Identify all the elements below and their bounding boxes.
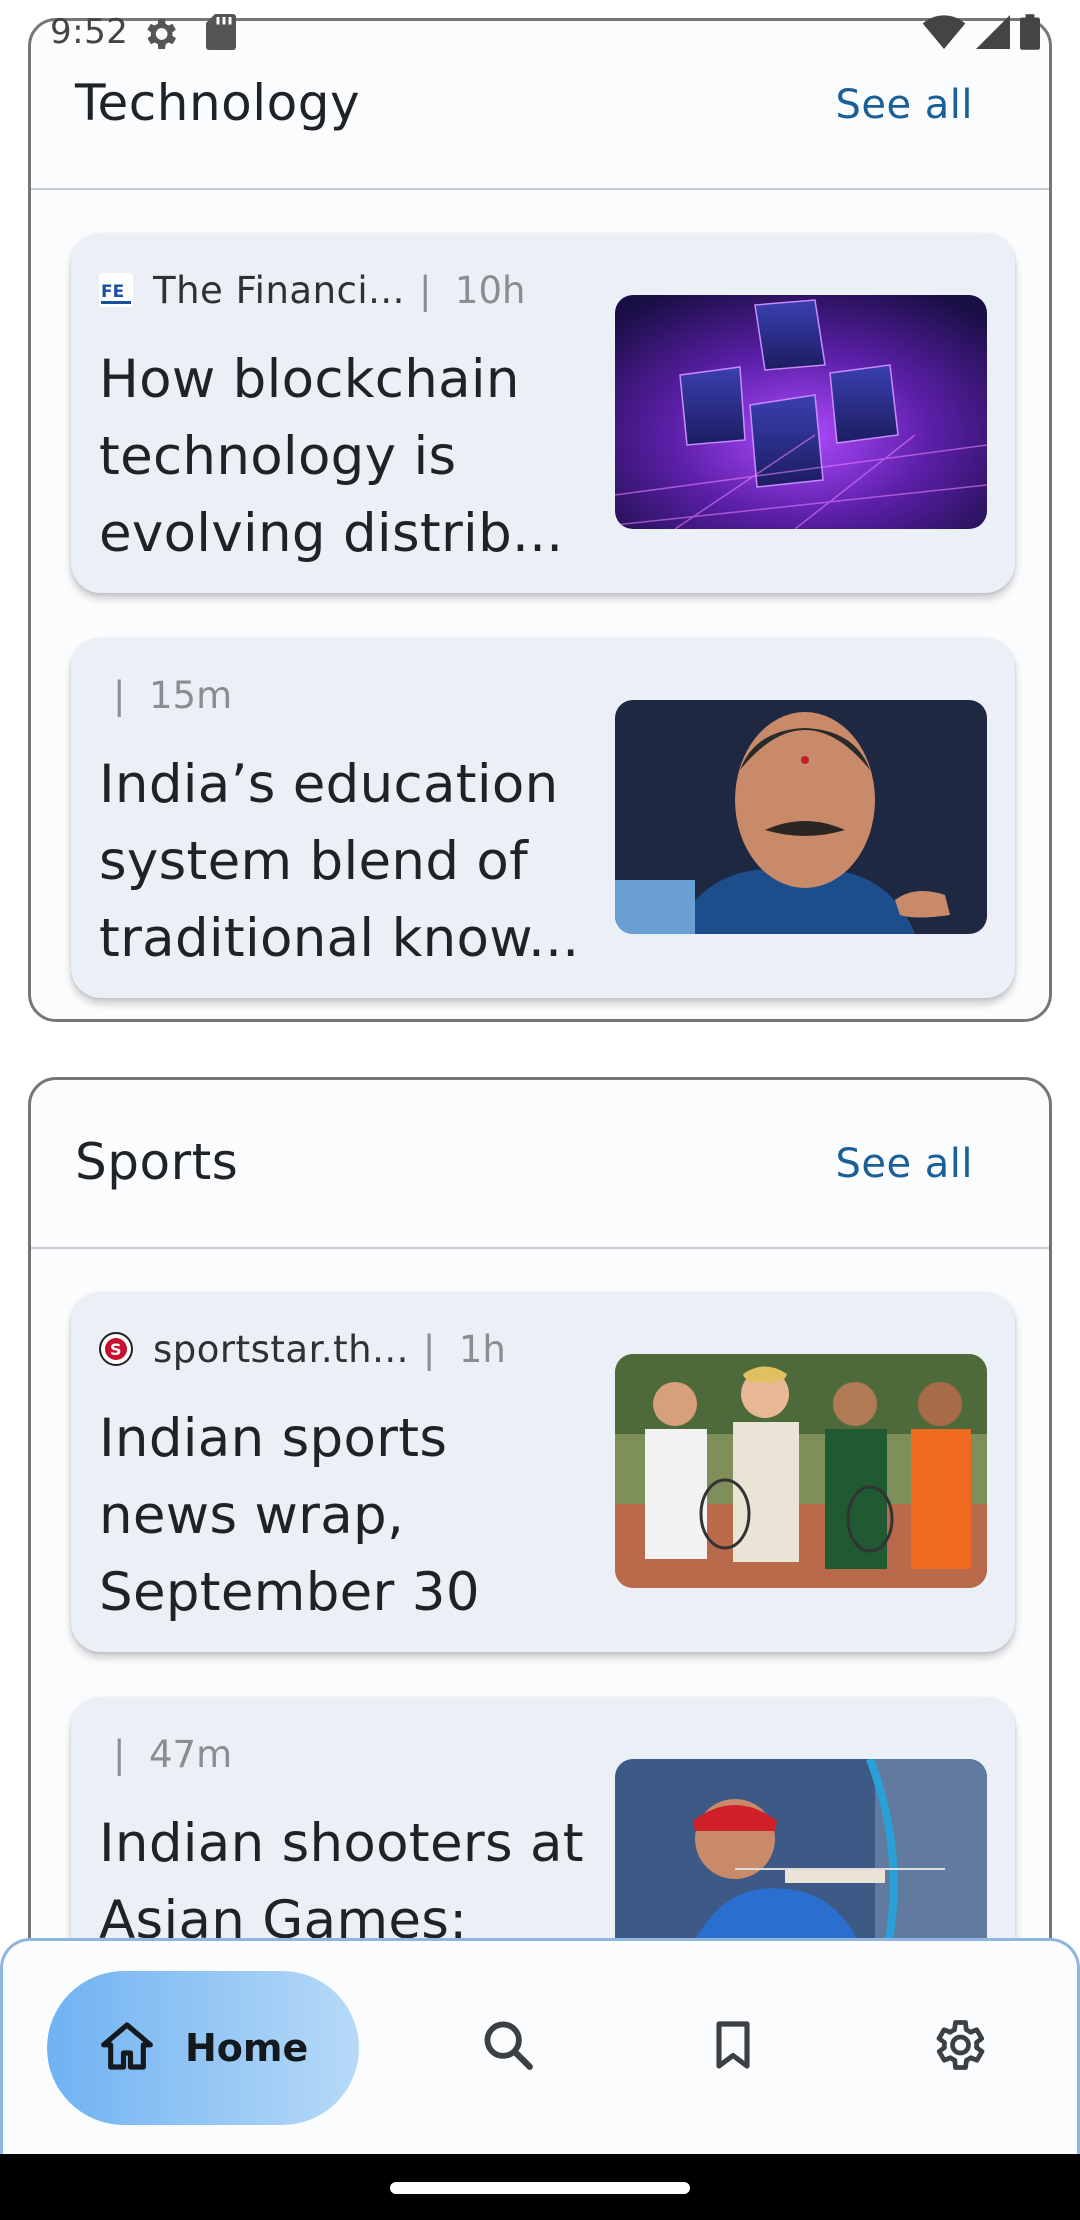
home-icon (99, 2018, 155, 2078)
financial-express-logo-icon: FE (99, 273, 133, 307)
svg-text:S: S (110, 1340, 122, 1359)
publish-time: | 1h (422, 1327, 506, 1371)
see-all-button[interactable]: See all (835, 1141, 973, 1187)
technology-section: Technology See all FE The Financi... | 1… (28, 18, 1052, 1022)
card-headline: How blockchain technology is evolving di… (99, 349, 564, 564)
source-name: The Financi... (153, 268, 405, 312)
publish-time: | 15m (113, 673, 233, 717)
card-meta: | 47m (99, 1729, 232, 1779)
blockchain-cubes-image (615, 295, 987, 529)
bookmark-icon (705, 2017, 761, 2077)
tennis-players-group-image (615, 1354, 987, 1588)
source-name: sportstar.th... (153, 1327, 409, 1371)
settings-status-icon (140, 14, 180, 54)
status-bar: 9:52 (0, 0, 1080, 66)
system-navigation-bar (0, 2154, 1080, 2220)
card-headline: Indian shooters at Asian Games: (99, 1813, 584, 1951)
card-headline: India’s education system blend of tradit… (99, 754, 580, 969)
publish-time: | 10h (418, 268, 526, 312)
settings-icon (928, 2015, 988, 2079)
search-icon (479, 2016, 537, 2078)
card-headline: Indian sports news wrap, September 30 (99, 1408, 480, 1623)
card-meta: S sportstar.th... | 1h (99, 1324, 506, 1374)
section-header: Sports See all (31, 1080, 1049, 1249)
card-meta: FE The Financi... | 10h (99, 265, 525, 315)
sd-card-icon (206, 14, 236, 50)
section-title: Technology (75, 74, 361, 132)
news-card[interactable]: S sportstar.th... | 1h Indian sports new… (71, 1292, 1015, 1652)
gesture-home-indicator[interactable] (390, 2182, 690, 2194)
news-card[interactable]: | 15m India’s education system blend of … (71, 638, 1015, 998)
wifi-icon (922, 15, 966, 53)
svg-text:FE: FE (101, 282, 124, 302)
signal-icon (976, 15, 1010, 53)
nav-home-label: Home (185, 2026, 309, 2070)
publish-time: | 47m (113, 1732, 233, 1776)
nav-search-button[interactable] (458, 1997, 558, 2097)
nav-settings-button[interactable] (908, 1997, 1008, 2097)
battery-icon (1020, 14, 1040, 54)
see-all-button[interactable]: See all (835, 82, 973, 128)
bottom-navigation-bar: Home (0, 1938, 1080, 2154)
sportstar-logo-icon: S (99, 1332, 133, 1366)
card-meta: | 15m (99, 670, 232, 720)
nav-bookmarks-button[interactable] (683, 1997, 783, 2097)
status-time: 9:52 (50, 12, 129, 52)
section-title: Sports (75, 1133, 239, 1191)
news-card[interactable]: FE The Financi... | 10h How blockchain t… (71, 233, 1015, 593)
nav-home-button[interactable]: Home (47, 1971, 359, 2125)
politician-portrait-image (615, 700, 987, 934)
